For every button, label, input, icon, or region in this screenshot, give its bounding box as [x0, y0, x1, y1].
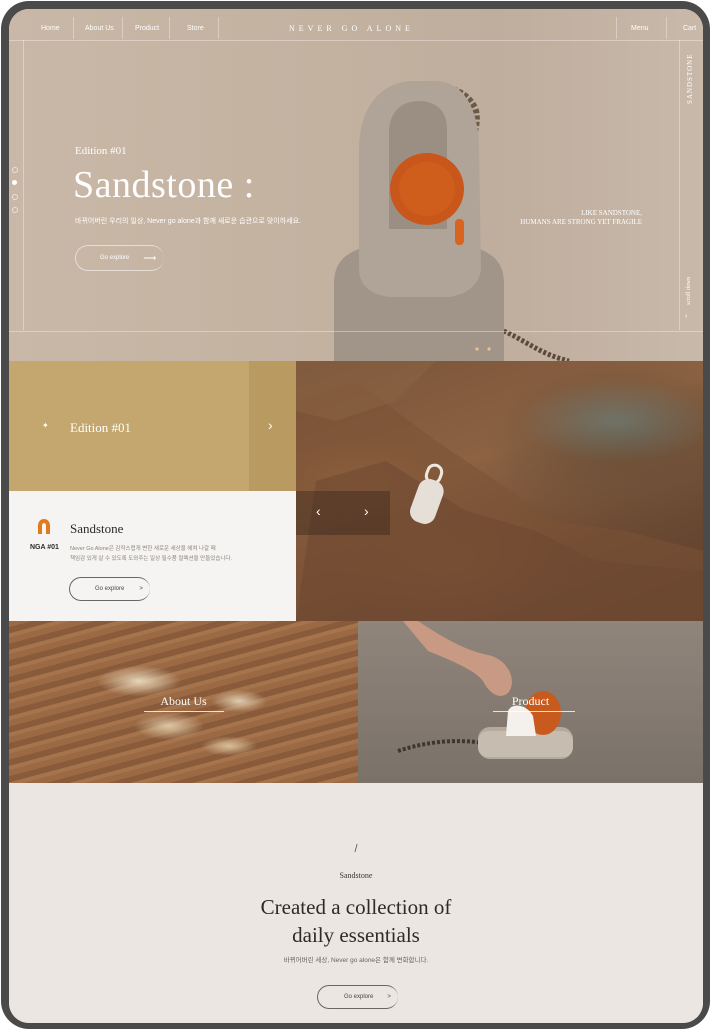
- about-us-tile[interactable]: About Us: [9, 621, 358, 783]
- slide-dot[interactable]: [12, 207, 18, 213]
- slider-prev-icon[interactable]: ‹: [316, 503, 321, 519]
- nav-divider: [169, 17, 170, 39]
- hero-tagline-line-1: LIKE SANDSTONE,: [581, 209, 642, 217]
- product-logo-icon: [38, 519, 50, 534]
- nav-divider: [218, 17, 219, 39]
- slide-dot[interactable]: [12, 167, 18, 173]
- product-description-line-2: 책임감 있게 살 수 있도록 도와주는 일상 필수품 컬렉션을 만들었습니다.: [70, 556, 233, 562]
- section-subtext: 바뀌어버린 세상, Never go alone은 함께 변화합니다.: [283, 957, 429, 964]
- nav-about-us[interactable]: About Us: [85, 25, 114, 32]
- section-headline-line-1: Created a collection of: [260, 895, 452, 919]
- hero-description: 바뀌어버린 우리의 일상, Never go alone과 함께 새로운 습관으…: [75, 218, 301, 225]
- nav-divider: [616, 17, 617, 39]
- section-slash: /: [354, 843, 358, 855]
- tablet-frame: Home About Us Product Store NEVER GO ALO…: [1, 1, 710, 1029]
- about-underline: [144, 711, 224, 712]
- edition-next-button[interactable]: ›: [249, 361, 296, 491]
- collection-section: / Sandstone Created a collection of dail…: [9, 783, 703, 1023]
- hero-tagline-line-2: HUMANS ARE STRONG YET FRAGILE: [520, 218, 642, 226]
- frame-line: [679, 40, 680, 330]
- product-description-line-1: Never Go Alone은 감작스럽게 변한 새로운 세상을 헤쳐 나갈 때: [70, 546, 216, 552]
- hero-go-explore-button[interactable]: Go explore ⟶: [75, 245, 164, 271]
- rock-slider-controls: ‹ ›: [296, 491, 390, 535]
- top-nav: Home About Us Product Store NEVER GO ALO…: [9, 9, 703, 41]
- product-name: Sandstone: [70, 521, 124, 536]
- menu-button[interactable]: Menu: [631, 25, 649, 32]
- slide-dot[interactable]: [12, 194, 18, 200]
- nav-store[interactable]: Store: [187, 25, 204, 32]
- product-description: Never Go Alone은 감작스럽게 변한 새로운 세상을 헤쳐 나갈 때…: [70, 544, 232, 564]
- card-button-label: Go explore: [95, 586, 125, 592]
- brand-logo[interactable]: NEVER GO ALONE: [289, 24, 414, 33]
- product-tile[interactable]: Product: [358, 621, 703, 783]
- arrow-right-icon: ⟶: [143, 252, 157, 263]
- card-go-explore-button[interactable]: Go explore >: [69, 577, 150, 601]
- nav-product[interactable]: Product: [135, 25, 159, 32]
- hero-title: Sandstone :: [73, 164, 255, 206]
- hero-section: Home About Us Product Store NEVER GO ALO…: [9, 9, 703, 361]
- edition-panel-label: Edition #01: [70, 420, 132, 435]
- nav-home[interactable]: Home: [41, 25, 60, 32]
- product-underline: [493, 711, 575, 712]
- section-kicker: Sandstone: [339, 871, 373, 880]
- edition-panel: ✦ Edition #01: [9, 361, 249, 491]
- bottom-go-explore-button[interactable]: Go explore >: [317, 985, 398, 1009]
- nav-divider: [73, 17, 74, 39]
- slide-dot-active[interactable]: [12, 180, 17, 185]
- rock-product-image: ‹ ›: [296, 361, 703, 621]
- cart-button[interactable]: Cart: [683, 25, 696, 32]
- scroll-down-label[interactable]: scroll down: [686, 277, 692, 305]
- product-card: NGA #01 Sandstone Never Go Alone은 감작스럽게 …: [9, 491, 296, 621]
- chevron-right-icon: ›: [268, 417, 273, 433]
- bottom-button-label: Go explore: [344, 994, 374, 1000]
- side-label: SANDSTONE: [686, 53, 694, 105]
- product-code: NGA #01: [30, 544, 59, 551]
- nav-divider: [666, 17, 667, 39]
- screen: Home About Us Product Store NEVER GO ALO…: [9, 9, 703, 1023]
- product-label: Product: [511, 694, 550, 708]
- hero-tagline: LIKE SANDSTONE, HUMANS ARE STRONG YET FR…: [499, 209, 642, 227]
- scroll-arrow-icon: ‹: [685, 313, 688, 320]
- section-headline-line-2: daily essentials: [292, 923, 420, 947]
- hero-edition: Edition #01: [75, 145, 127, 157]
- small-bottle-image: [410, 463, 444, 524]
- slider-next-icon[interactable]: ›: [364, 503, 369, 519]
- frame-line: [9, 331, 703, 332]
- sparkle-icon: ✦: [42, 421, 49, 430]
- card-button-arrow: >: [139, 586, 143, 592]
- hero-button-label: Go explore: [100, 255, 130, 261]
- frame-line: [23, 40, 24, 330]
- about-us-label: About Us: [160, 694, 207, 708]
- section-headline: Created a collection of daily essentials: [9, 893, 703, 949]
- bottom-button-arrow: >: [387, 994, 391, 1000]
- nav-divider: [122, 17, 123, 39]
